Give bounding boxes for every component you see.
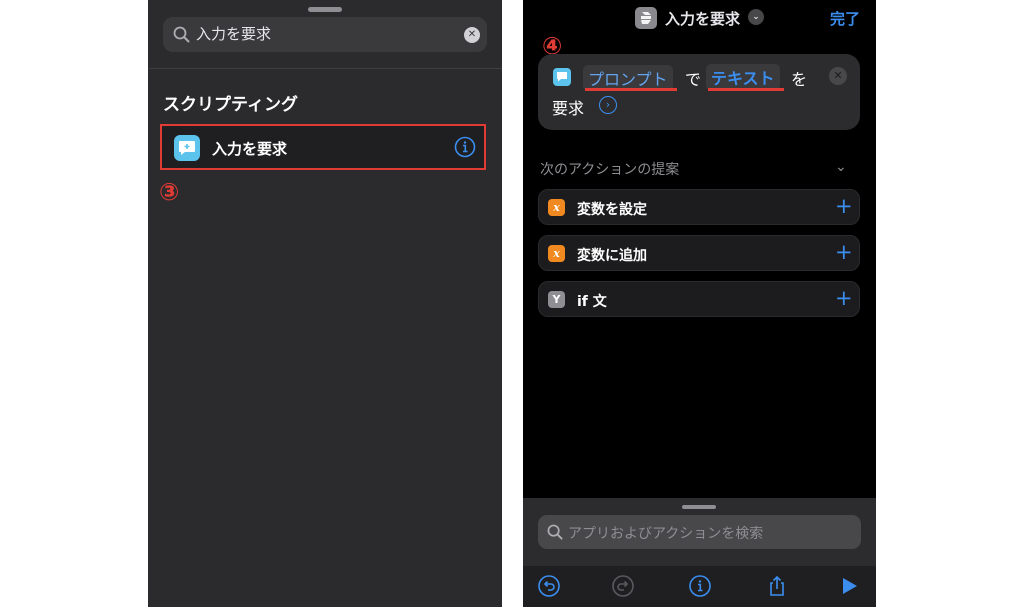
- search-icon: [173, 26, 190, 43]
- suggestion-label: 変数を設定: [577, 202, 647, 218]
- info-icon[interactable]: [688, 574, 712, 598]
- sheet-grabber[interactable]: [682, 505, 716, 509]
- action-result-label: 入力を要求: [212, 140, 288, 158]
- ask-for-input-icon: [553, 68, 571, 86]
- particle-text: で: [685, 70, 702, 89]
- if-branch-icon: Y: [548, 291, 565, 308]
- sheet-grabber[interactable]: [308, 7, 342, 12]
- ask-for-input-icon: [174, 135, 200, 161]
- redo-icon[interactable]: [611, 574, 635, 598]
- info-icon[interactable]: [454, 136, 476, 158]
- left-panel-action-search: 入力を要求 スクリプティング 入力を要求 ③: [148, 0, 502, 607]
- share-icon[interactable]: [765, 574, 789, 598]
- divider: [148, 68, 502, 69]
- annotation-underline: [585, 88, 677, 91]
- add-action-icon[interactable]: +: [835, 241, 853, 263]
- run-play-icon[interactable]: [837, 574, 861, 598]
- add-action-icon[interactable]: +: [835, 287, 853, 309]
- search-placeholder: アプリおよびアクションを検索: [568, 526, 764, 542]
- bottom-toolbar: [523, 566, 876, 607]
- collapse-suggestions-icon[interactable]: ⌄: [835, 159, 847, 175]
- shortcut-title[interactable]: 入力を要求: [665, 8, 740, 29]
- remove-action-icon[interactable]: ✕: [829, 67, 847, 85]
- suggestion-label: 変数に追加: [577, 248, 647, 264]
- variable-icon: x: [548, 199, 565, 216]
- undo-icon[interactable]: [537, 574, 561, 598]
- action-result-row[interactable]: 入力を要求: [160, 124, 486, 170]
- search-field[interactable]: 入力を要求: [163, 17, 487, 52]
- expand-options-icon[interactable]: ›: [599, 96, 617, 114]
- input-type-token[interactable]: テキスト: [706, 64, 780, 90]
- clear-search-icon[interactable]: [464, 27, 480, 43]
- action-search-field[interactable]: アプリおよびアクションを検索: [538, 515, 861, 549]
- suggestion-row[interactable]: x 変数を設定 +: [538, 189, 860, 225]
- annotation-underline: [708, 88, 784, 91]
- add-action-icon[interactable]: +: [835, 195, 853, 217]
- action-verb-text: 要求: [552, 99, 585, 118]
- action-card[interactable]: プロンプト で テキスト を ✕ 要求 ›: [538, 54, 860, 130]
- chevron-down-icon[interactable]: ⌄: [748, 9, 764, 25]
- suggestion-row[interactable]: Y if 文 +: [538, 281, 860, 317]
- done-button[interactable]: 完了: [830, 8, 860, 29]
- suggestions-header: 次のアクションの提案: [540, 162, 680, 178]
- search-icon: [547, 524, 563, 540]
- suggestion-label: if 文: [577, 294, 607, 310]
- step-marker-3: ③: [159, 178, 180, 206]
- particle-text: を: [791, 70, 808, 89]
- variable-icon: x: [548, 245, 565, 262]
- section-title: スクリプティング: [163, 95, 298, 115]
- right-panel-shortcut-editor: 入力を要求 ⌄ 完了 ④ プロンプト で テキスト を ✕ 要求 › 次のアクシ…: [523, 0, 876, 607]
- suggestion-row[interactable]: x 変数に追加 +: [538, 235, 860, 271]
- search-query-text[interactable]: 入力を要求: [196, 25, 271, 44]
- shortcut-app-icon[interactable]: [635, 7, 657, 29]
